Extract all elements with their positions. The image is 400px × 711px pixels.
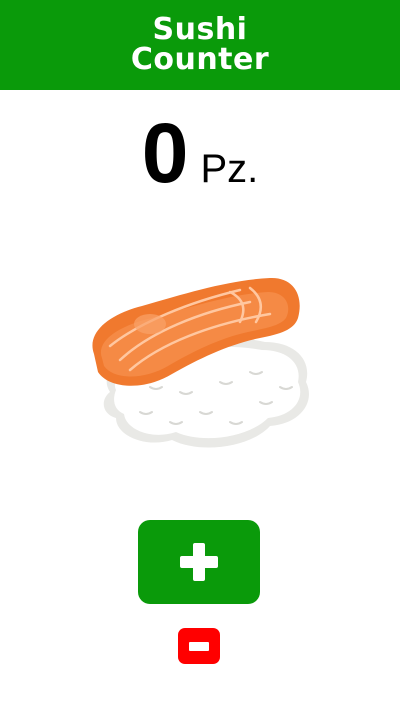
increment-button[interactable]: [138, 520, 260, 604]
plus-icon: [180, 543, 218, 581]
decrement-button[interactable]: [178, 628, 220, 664]
app-title: Sushi Counter: [130, 12, 270, 77]
counter-display: 0 Pz.: [0, 108, 400, 198]
sushi-nigiri-icon: [92, 277, 309, 448]
app-header: Sushi Counter: [0, 0, 400, 90]
counter-unit: Pz.: [200, 147, 259, 191]
counter-value: 0: [141, 106, 189, 200]
minus-icon: [189, 641, 209, 651]
app-screen: Sushi Counter 0 Pz.: [0, 0, 400, 711]
